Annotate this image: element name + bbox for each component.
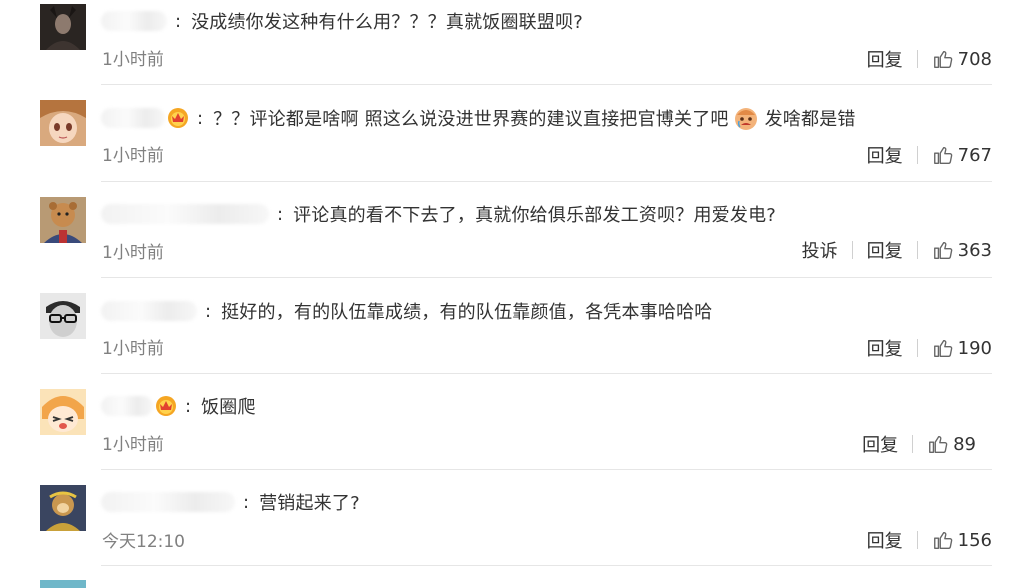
comment-item: : ？？评论都是啥啊 照这么说没进世界赛的建议直接把官博关了吧 发啥都是错 1小… xyxy=(0,96,1027,192)
crown-badge-icon xyxy=(168,108,188,128)
comment-text-continued: 发啥都是错 xyxy=(764,109,856,130)
action-divider xyxy=(851,241,853,259)
username-redacted[interactable] xyxy=(101,396,153,416)
comment-time: 1小时前 xyxy=(102,243,164,263)
comment-time: 1小时前 xyxy=(102,339,164,359)
comment-actions: 回复 156 xyxy=(867,527,992,553)
comment-item: : 挺好的，有的队伍靠成绩，有的队伍靠颜值，各凭本事哈哈哈 1小时前 回复 19… xyxy=(0,289,1027,385)
comment-text: ？？评论都是啥啊 照这么说没进世界赛的建议直接把官博关了吧 xyxy=(213,109,729,130)
thumbs-up-icon xyxy=(933,531,952,549)
comment-body: : 饭圈爬 xyxy=(101,393,256,419)
reply-button[interactable]: 回复 xyxy=(867,527,903,553)
anime-girl-avatar[interactable] xyxy=(40,100,86,146)
comment-actions: 回复 89 xyxy=(862,431,976,457)
comment-body: : 评论真的看不下去了，真就你给俱乐部发工资呗？用爱发电? xyxy=(101,201,776,227)
username-redacted[interactable] xyxy=(101,492,235,512)
like-button[interactable]: 156 xyxy=(932,529,992,551)
comment-time: 今天12:10 xyxy=(102,532,185,552)
comment-time: 1小时前 xyxy=(102,435,164,455)
thumbs-up-icon xyxy=(933,146,952,164)
colon-separator: : xyxy=(197,107,204,129)
crying-emoji-icon xyxy=(734,108,757,130)
colon-separator: : xyxy=(243,491,250,513)
reply-button[interactable]: 回复 xyxy=(867,335,903,361)
comment-divider xyxy=(101,181,992,182)
thumbs-up-icon xyxy=(929,435,948,453)
comment-actions: 回复 767 xyxy=(867,142,992,168)
crown-badge-icon xyxy=(156,396,176,416)
monkey-king-avatar[interactable] xyxy=(40,485,86,531)
glasses-man-avatar[interactable] xyxy=(40,293,86,339)
comment-text: 没成绩你发这种有什么用？？？真就饭圈联盟呗? xyxy=(191,12,584,33)
reply-button[interactable]: 回复 xyxy=(867,46,903,72)
comment-text: 评论真的看不下去了，真就你给俱乐部发工资呗？用爱发电? xyxy=(293,205,777,226)
comment-actions: 投诉 回复 363 xyxy=(802,237,992,263)
thumbs-up-icon xyxy=(933,50,952,68)
comment-time: 1小时前 xyxy=(102,146,164,166)
like-count: 190 xyxy=(957,337,992,359)
comment-item: : 评论真的看不下去了，真就你给俱乐部发工资呗？用爱发电? 1小时前 投诉 回复… xyxy=(0,193,1027,289)
comment-divider xyxy=(101,565,992,566)
colon-separator: : xyxy=(185,395,192,417)
dark-portrait-avatar[interactable] xyxy=(40,4,86,50)
comment-time: 1小时前 xyxy=(102,50,164,70)
username-redacted[interactable] xyxy=(101,301,197,321)
next-comment-avatar[interactable] xyxy=(40,580,86,588)
username-redacted[interactable] xyxy=(101,108,165,128)
report-button[interactable]: 投诉 xyxy=(802,237,838,263)
comment-actions: 回复 190 xyxy=(867,335,992,361)
like-button[interactable]: 89 xyxy=(927,433,976,455)
comment-divider xyxy=(101,373,992,374)
reply-button[interactable]: 回复 xyxy=(862,431,898,457)
action-divider xyxy=(916,241,918,259)
colon-separator: : xyxy=(175,10,182,32)
like-count: 89 xyxy=(953,433,976,455)
comment-item: : 营销起来了? 今天12:10 回复 156 xyxy=(0,481,1027,577)
action-divider xyxy=(916,339,918,357)
like-count: 767 xyxy=(957,144,992,166)
action-divider xyxy=(912,435,914,453)
comment-body: : ？？评论都是啥啊 照这么说没进世界赛的建议直接把官博关了吧 发啥都是错 xyxy=(101,105,856,131)
like-count: 708 xyxy=(957,48,992,70)
thumbs-up-icon xyxy=(933,241,952,259)
reply-button[interactable]: 回复 xyxy=(867,142,903,168)
action-divider xyxy=(916,50,918,68)
comment-text: 营销起来了? xyxy=(259,493,360,514)
like-count: 363 xyxy=(957,239,992,261)
thumbs-up-icon xyxy=(933,339,952,357)
comment-feed: : 没成绩你发这种有什么用？？？真就饭圈联盟呗? 1小时前 回复 708: ？… xyxy=(0,0,1027,588)
comment-actions: 回复 708 xyxy=(867,46,992,72)
like-button[interactable]: 708 xyxy=(932,48,992,70)
comment-divider xyxy=(101,277,992,278)
colon-separator: : xyxy=(205,300,212,322)
like-button[interactable]: 767 xyxy=(932,144,992,166)
comment-divider xyxy=(101,469,992,470)
comment-text: 挺好的，有的队伍靠成绩，有的队伍靠颜值，各凭本事哈哈哈 xyxy=(221,302,713,323)
comment-body: : 挺好的，有的队伍靠成绩，有的队伍靠颜值，各凭本事哈哈哈 xyxy=(101,298,712,324)
colon-separator: : xyxy=(277,203,284,225)
username-redacted[interactable] xyxy=(101,11,167,31)
like-button[interactable]: 363 xyxy=(932,239,992,261)
reply-button[interactable]: 回复 xyxy=(867,237,903,263)
comment-body: : 没成绩你发这种有什么用？？？真就饭圈联盟呗? xyxy=(101,8,583,34)
bear-costume-avatar[interactable] xyxy=(40,197,86,243)
cartoon-girl-avatar[interactable] xyxy=(40,389,86,435)
action-divider xyxy=(916,531,918,549)
username-redacted[interactable] xyxy=(101,204,269,224)
comment-divider xyxy=(101,84,992,85)
like-button[interactable]: 190 xyxy=(932,337,992,359)
comment-text: 饭圈爬 xyxy=(201,397,256,418)
like-count: 156 xyxy=(957,529,992,551)
action-divider xyxy=(916,146,918,164)
comment-item: : 饭圈爬 1小时前 回复 89 xyxy=(0,385,1027,481)
comment-item: : 没成绩你发这种有什么用？？？真就饭圈联盟呗? 1小时前 回复 708 xyxy=(0,0,1027,96)
comment-body: : 营销起来了? xyxy=(101,489,360,515)
